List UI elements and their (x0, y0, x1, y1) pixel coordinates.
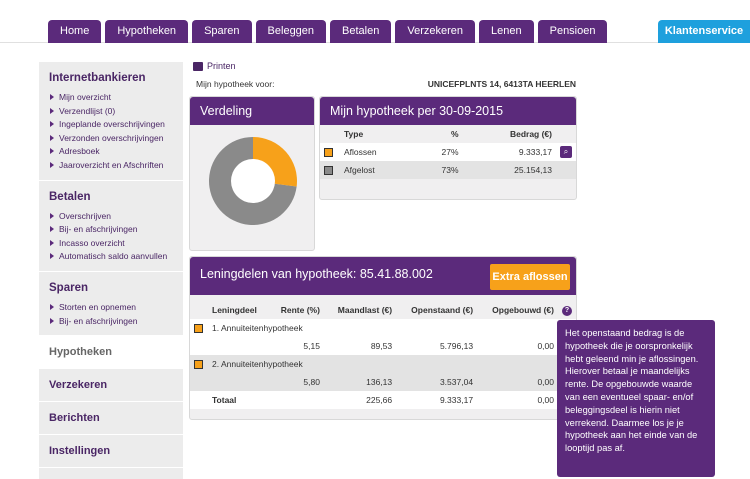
row-maandlast: 136,13 (366, 377, 393, 387)
extra-aflossen-button[interactable]: Extra aflossen (490, 264, 570, 290)
hypotheek-overview-table: Type % Bedrag (€) Aflossen 27% 9.333,17 … (320, 125, 576, 179)
row-opgebouwd: 0,00 (537, 341, 554, 351)
col-maandlast: Maandlast (€) (337, 305, 393, 315)
tab-beleggen[interactable]: Beleggen (255, 20, 327, 43)
printer-icon (193, 61, 203, 71)
legend-aflossen (324, 148, 333, 158)
sidebar-item-jaaroverzicht[interactable]: Jaaroverzicht en Afschriften (49, 160, 173, 170)
leningdeel-name[interactable]: 1. Annuiteitenhypotheek (208, 319, 576, 337)
row-rente: 5,80 (303, 377, 320, 387)
sidebar: Internetbankieren Mijn overzicht Verzend… (39, 62, 183, 479)
sidebar-item-hypotheken[interactable]: Hypotheken (39, 336, 183, 370)
col-openstaand: Openstaand (€) (411, 305, 474, 315)
verdeling-pie-chart (209, 137, 297, 225)
sidebar-heading[interactable]: Sparen (49, 282, 173, 294)
row-opgebouwd: 0,00 (537, 377, 554, 387)
sidebar-item-storten[interactable]: Storten en opnemen (49, 302, 173, 312)
magnifier-icon[interactable]: ⌕ (560, 146, 572, 158)
sidebar-item-mijn-overzicht[interactable]: Mijn overzicht (49, 92, 173, 102)
leningdelen-panel: Leningdelen van hypotheek: 85.41.88.002 … (189, 256, 577, 420)
sidebar-item-incasso[interactable]: Incasso overzicht (49, 238, 173, 248)
sidebar-item-adresboek[interactable]: Adresboek (49, 146, 173, 156)
sidebar-heading[interactable]: Betalen (49, 191, 173, 203)
sidebar-item-instellingen[interactable]: Instellingen (39, 435, 183, 469)
legend-leningdeel-2 (194, 360, 203, 370)
leningdeel-name[interactable]: 2. Annuiteitenhypotheek (208, 355, 576, 373)
tab-sparen[interactable]: Sparen (192, 20, 252, 43)
table-row: 5,15 89,53 5.796,13 0,00 (190, 337, 576, 355)
row-openstaand: 5.796,13 (439, 341, 474, 351)
col-type: Type (344, 129, 364, 139)
row-pct: 27% (441, 147, 459, 157)
total-label: Totaal (212, 395, 237, 405)
tab-home[interactable]: Home (48, 20, 102, 43)
sidebar-item-verzendlijst[interactable]: Verzendlijst (0) (49, 106, 173, 116)
row-bedrag: 9.333,17 (518, 147, 552, 157)
total-opgebouwd: 0,00 (537, 395, 554, 405)
col-bedrag: Bedrag (€) (509, 129, 552, 139)
sidebar-item-verzonden[interactable]: Verzonden overschrijvingen (49, 133, 173, 143)
table-row: 2. Annuiteitenhypotheek (190, 355, 576, 373)
legend-leningdeel-1 (194, 324, 203, 334)
sidebar-item-ingeplande[interactable]: Ingeplande overschrijvingen (49, 119, 173, 129)
row-rente: 5,15 (303, 341, 320, 351)
hypotheek-overview-title: Mijn hypotheek per 30-09-2015 (320, 97, 576, 125)
table-total-row: Totaal 225,66 9.333,17 0,00 (190, 391, 576, 409)
sidebar-section-sparen: Sparen Storten en opnemen Bij- en afschr… (39, 272, 183, 337)
sidebar-item-saldo-aanvullen[interactable]: Automatisch saldo aanvullen (49, 251, 173, 261)
table-row: 5,80 136,13 3.537,04 0,00 (190, 373, 576, 391)
row-openstaand: 3.537,04 (439, 377, 474, 387)
col-leningdeel: Leningdeel (212, 305, 257, 315)
sidebar-heading[interactable]: Internetbankieren (49, 72, 173, 84)
verdeling-panel: Verdeling (189, 96, 315, 251)
sidebar-item-verzekeren[interactable]: Verzekeren (39, 369, 183, 403)
tab-verzekeren[interactable]: Verzekeren (395, 20, 476, 43)
hypotheek-address: UNICEFPLNTS 14, 6413TA HEERLEN (427, 79, 576, 89)
verdeling-title: Verdeling (190, 97, 314, 125)
row-maandlast: 89,53 (370, 341, 393, 351)
header-bar: Home Hypotheken Sparen Beleggen Betalen … (0, 0, 750, 43)
table-row: Aflossen 27% 9.333,17 ⌕ (320, 143, 576, 161)
hypotheek-overview-panel: Mijn hypotheek per 30-09-2015 Type % Bed… (319, 96, 577, 200)
row-type: Afgelost (344, 165, 375, 175)
sidebar-item-bij-afschrijvingen[interactable]: Bij- en afschrijvingen (49, 224, 173, 234)
tab-hypotheken[interactable]: Hypotheken (105, 20, 189, 43)
tab-betalen[interactable]: Betalen (330, 20, 392, 43)
sidebar-section-internetbankieren: Internetbankieren Mijn overzicht Verzend… (39, 62, 183, 181)
info-icon[interactable]: ? (562, 306, 572, 316)
hypotheek-voor-label: Mijn hypotheek voor: (196, 79, 275, 89)
col-rente: Rente (%) (280, 305, 320, 315)
sidebar-item-overschrijven[interactable]: Overschrijven (49, 211, 173, 221)
pie-hole (231, 159, 275, 203)
leningdelen-table: Leningdeel Rente (%) Maandlast (€) Opens… (190, 301, 576, 409)
main-nav: Home Hypotheken Sparen Beleggen Betalen … (48, 20, 608, 43)
tab-pensioen[interactable]: Pensioen (537, 20, 608, 43)
openstaand-tooltip: Het openstaand bedrag is de hypotheek di… (557, 320, 715, 477)
total-maandlast: 225,66 (366, 395, 393, 405)
sidebar-item-berichten[interactable]: Berichten (39, 402, 183, 436)
sidebar-item-sparen-bij-af[interactable]: Bij- en afschrijvingen (49, 316, 173, 326)
table-row: 1. Annuiteitenhypotheek (190, 319, 576, 337)
print-label: Printen (207, 61, 236, 71)
tab-lenen[interactable]: Lenen (479, 20, 534, 43)
klantenservice-button[interactable]: Klantenservice (658, 20, 750, 43)
row-type: Aflossen (344, 147, 377, 157)
row-pct: 73% (441, 165, 459, 175)
print-link[interactable]: Printen (193, 61, 236, 71)
row-bedrag: 25.154,13 (514, 165, 552, 175)
legend-afgelost (324, 166, 333, 176)
table-row: Afgelost 73% 25.154,13 (320, 161, 576, 179)
col-opgebouwd: Opgebouwd (€) (492, 305, 554, 315)
col-pct: % (450, 129, 459, 139)
sidebar-section-betalen: Betalen Overschrijven Bij- en afschrijvi… (39, 181, 183, 272)
total-openstaand: 9.333,17 (439, 395, 474, 405)
